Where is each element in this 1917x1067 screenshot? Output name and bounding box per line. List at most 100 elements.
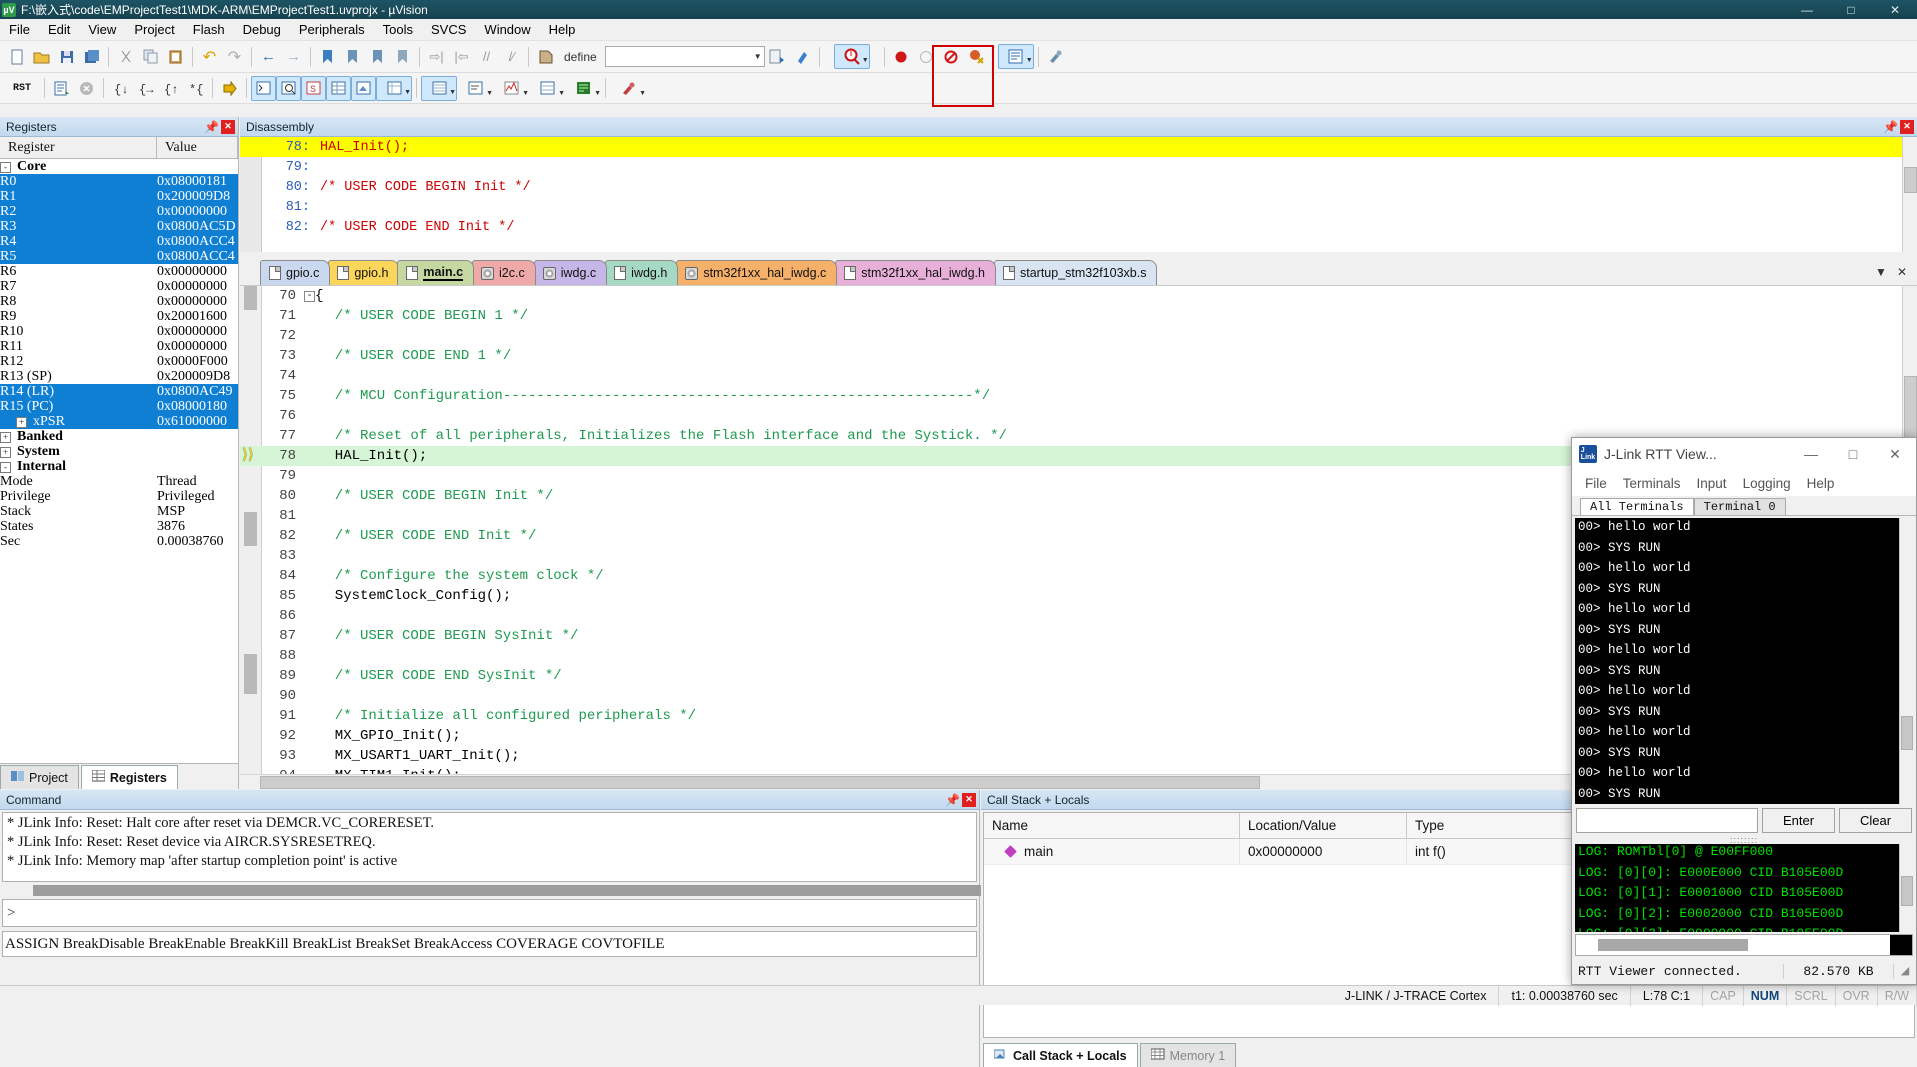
command-output-hscroll[interactable] bbox=[3, 884, 1313, 897]
disassembly-line[interactable]: 81: bbox=[240, 197, 1902, 217]
scrollbar-thumb[interactable] bbox=[1904, 167, 1917, 193]
register-row[interactable]: Sec 0.00038760 bbox=[0, 534, 238, 549]
register-value[interactable]: 0x61000000 bbox=[157, 414, 227, 430]
toolbox-icon[interactable]: ▼ bbox=[610, 76, 646, 101]
menu-window[interactable]: Window bbox=[475, 20, 539, 39]
menu-file[interactable]: File bbox=[0, 20, 39, 39]
rtt-maximize-button[interactable]: □ bbox=[1832, 438, 1874, 470]
navigate-forward-icon[interactable]: → bbox=[281, 44, 306, 69]
open-file-icon[interactable] bbox=[29, 44, 54, 69]
options-target-icon[interactable] bbox=[1043, 44, 1068, 69]
step-into-icon[interactable]: {↓} bbox=[108, 76, 133, 101]
bookmark-toggle-icon[interactable] bbox=[315, 44, 340, 69]
editor-tab-gpio-h[interactable]: gpio.h bbox=[328, 260, 400, 285]
outdent-icon[interactable]: |⇦ bbox=[449, 44, 474, 69]
register-row[interactable]: R0 0x08000181 bbox=[0, 174, 238, 189]
register-row[interactable]: Mode Thread bbox=[0, 474, 238, 489]
registers-window-icon[interactable] bbox=[326, 75, 351, 101]
uncomment-icon[interactable]: /∕ bbox=[499, 44, 524, 69]
register-row[interactable]: + System bbox=[0, 444, 238, 459]
register-row[interactable]: - Internal bbox=[0, 459, 238, 474]
redo-icon[interactable]: ↷ bbox=[222, 44, 247, 69]
rtt-menu-logging[interactable]: Logging bbox=[1735, 476, 1799, 491]
command-input-row[interactable]: > bbox=[2, 899, 977, 927]
rtt-clear-button[interactable]: Clear bbox=[1839, 807, 1912, 833]
register-row[interactable]: R11 0x00000000 bbox=[0, 339, 238, 354]
disassembly-line[interactable]: 82: /* USER CODE END Init */ bbox=[240, 217, 1902, 237]
collapse-icon[interactable]: - bbox=[0, 461, 11, 473]
target-options-icon[interactable] bbox=[765, 44, 790, 69]
code-line[interactable]: 73 /* USER CODE END 1 */ bbox=[240, 346, 1902, 366]
register-row[interactable]: R5 0x0800ACC4 bbox=[0, 249, 238, 264]
rtt-menu-help[interactable]: Help bbox=[1799, 476, 1843, 491]
system-viewer-icon[interactable]: ▼ bbox=[565, 76, 601, 101]
register-value[interactable]: 0x00000000 bbox=[157, 279, 227, 295]
rtt-menu-terminals[interactable]: Terminals bbox=[1615, 476, 1689, 491]
editor-tab-i2c-c[interactable]: i2c.c bbox=[472, 260, 536, 285]
register-value[interactable]: 0x08000181 bbox=[157, 174, 227, 190]
register-value[interactable]: 0x0800ACC4 bbox=[157, 234, 235, 250]
register-row[interactable]: R14 (LR) 0x0800AC49 bbox=[0, 384, 238, 399]
rtt-input-field[interactable] bbox=[1576, 807, 1758, 833]
analysis-windows-icon[interactable]: ▼ bbox=[493, 76, 529, 101]
register-value[interactable]: 0x08000180 bbox=[157, 399, 227, 415]
editor-tab-stm32f1xx-hal-iwdg-c[interactable]: stm32f1xx_hal_iwdg.c bbox=[676, 260, 838, 285]
command-output[interactable]: * JLink Info: Reset: Halt core after res… bbox=[2, 812, 977, 882]
scrollbar-thumb[interactable] bbox=[1901, 876, 1913, 906]
callstack-col-location[interactable]: Location/Value bbox=[1240, 813, 1407, 838]
serial-windows-icon[interactable]: ▼ bbox=[457, 76, 493, 101]
rtt-terminal-output[interactable]: 00> hello world 00> SYS RUN 00> hello worl… bbox=[1575, 518, 1913, 804]
reset-icon[interactable]: RST bbox=[4, 76, 40, 101]
stop-icon[interactable] bbox=[74, 76, 99, 101]
editor-tab-gpio-c[interactable]: gpio.c bbox=[260, 260, 331, 285]
rtt-log-scrollbar[interactable] bbox=[1899, 844, 1913, 932]
register-value[interactable]: 0x00000000 bbox=[157, 204, 227, 220]
watch-windows-icon[interactable]: ▼ bbox=[376, 75, 412, 101]
register-row[interactable]: R7 0x00000000 bbox=[0, 279, 238, 294]
rtt-log-hscrollbar[interactable] bbox=[1575, 934, 1913, 956]
register-value[interactable]: 0x200009D8 bbox=[157, 369, 230, 385]
bottom-tab-memory-1[interactable]: Memory 1 bbox=[1139, 1043, 1237, 1067]
register-row[interactable]: R1 0x200009D8 bbox=[0, 189, 238, 204]
register-row[interactable]: R6 0x00000000 bbox=[0, 264, 238, 279]
rtt-minimize-button[interactable]: — bbox=[1790, 438, 1832, 470]
watch-window-icon[interactable]: ▼ bbox=[833, 44, 870, 69]
register-value[interactable]: MSP bbox=[157, 504, 185, 520]
comment-icon[interactable]: // bbox=[474, 44, 499, 69]
rtt-viewer-window[interactable]: J Link J-Link RTT View... — □ ✕ File Termi… bbox=[1571, 437, 1917, 985]
disassembly-line[interactable]: 78: HAL_Init(); bbox=[240, 137, 1902, 157]
chevron-down-icon[interactable]: ▼ bbox=[862, 57, 869, 64]
run-to-cursor-icon[interactable]: *{} bbox=[183, 76, 208, 101]
pin-icon[interactable]: 📌 bbox=[945, 793, 960, 807]
register-value[interactable]: 0x00000000 bbox=[157, 294, 227, 310]
register-row[interactable]: R2 0x00000000 bbox=[0, 204, 238, 219]
insert-breakpoint-icon[interactable] bbox=[889, 44, 914, 69]
register-row[interactable]: States 3876 bbox=[0, 519, 238, 534]
editor-tab-startup-stm32f103xb-s[interactable]: startup_stm32f103xb.s bbox=[993, 260, 1158, 285]
copy-icon[interactable] bbox=[138, 44, 163, 69]
rtt-terminal-scrollbar[interactable] bbox=[1899, 518, 1913, 804]
left-tab-project[interactable]: Project bbox=[0, 765, 79, 789]
chevron-down-icon[interactable]: ▼ bbox=[486, 90, 493, 97]
edit-define-icon[interactable] bbox=[533, 44, 558, 69]
code-line[interactable]: 72 bbox=[240, 326, 1902, 346]
bookmark-prev-icon[interactable] bbox=[340, 44, 365, 69]
save-icon[interactable] bbox=[54, 44, 79, 69]
register-row[interactable]: R12 0x0000F000 bbox=[0, 354, 238, 369]
bookmark-next-icon[interactable] bbox=[365, 44, 390, 69]
editor-tab-iwdg-h[interactable]: iwdg.h bbox=[605, 260, 679, 285]
pin-icon[interactable]: 📌 bbox=[1883, 120, 1898, 134]
disassembly-line[interactable]: 79: bbox=[240, 157, 1902, 177]
chevron-down-icon[interactable]: ▼ bbox=[522, 90, 529, 97]
disassembly-line[interactable]: 80: /* USER CODE BEGIN Init */ bbox=[240, 177, 1902, 197]
disassembly-window-icon[interactable] bbox=[276, 75, 301, 101]
register-value[interactable]: 0x0000F000 bbox=[157, 354, 228, 370]
cut-icon[interactable] bbox=[113, 44, 138, 69]
menu-debug[interactable]: Debug bbox=[234, 20, 290, 39]
register-value[interactable]: 0x0800AC49 bbox=[157, 384, 232, 400]
menu-project[interactable]: Project bbox=[125, 20, 183, 39]
editor-close-icon[interactable]: ✕ bbox=[1897, 265, 1907, 279]
left-tab-registers[interactable]: Registers bbox=[80, 765, 178, 789]
callstack-col-name[interactable]: Name bbox=[984, 813, 1240, 838]
registers-tree[interactable]: - Core R0 0x08000181 R1 0x200009D8 R2 0x0000000… bbox=[0, 159, 238, 763]
